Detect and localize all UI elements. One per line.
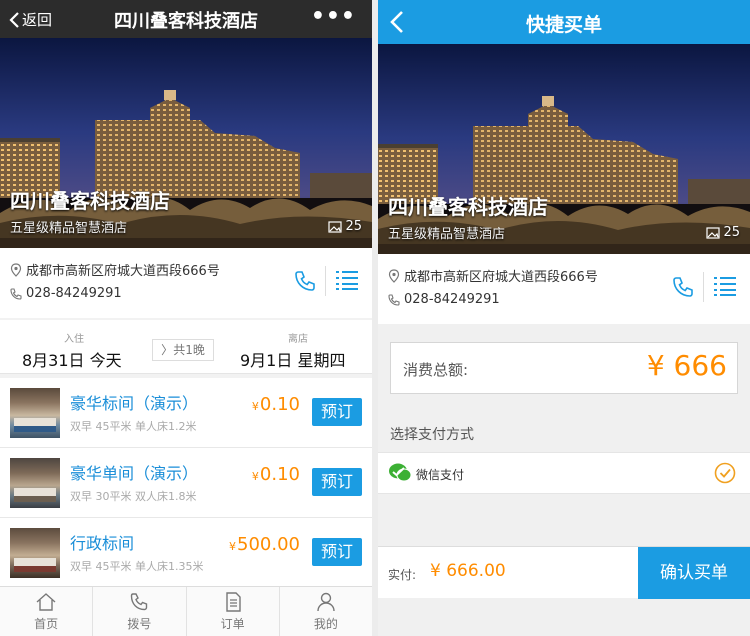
photo-count-value: 25 [723, 225, 740, 240]
checkin-label: 入住 [64, 334, 84, 345]
list-icon [336, 271, 358, 290]
room-price-value: 0.10 [259, 394, 300, 415]
more-button[interactable]: ••• [311, 4, 356, 29]
room-spec: 双早 30平米 双人床1.8米 [70, 490, 197, 503]
phone-small-icon [10, 287, 22, 300]
room-spec: 双早 45平米 单人床1.35米 [70, 560, 204, 573]
phone-small-icon [388, 293, 400, 306]
hotel-name: 四川叠客科技酒店 [10, 189, 170, 213]
room-name: 豪华标间（演示） [70, 394, 199, 413]
book-button[interactable]: 预订 [312, 468, 362, 496]
bottom-tab-bar: 首页 拨号 订单 我的 [0, 586, 372, 636]
payment-option-wechat[interactable]: 微信支付 [378, 452, 750, 494]
address-row[interactable]: 成都市高新区府城大道西段666号 [388, 266, 598, 285]
photo-count-value: 25 [345, 219, 362, 234]
book-button[interactable]: 预订 [312, 538, 362, 566]
checkin-date[interactable]: 8月31日 今天 [22, 347, 122, 371]
book-button[interactable]: 预订 [312, 398, 362, 426]
check-circle-icon[interactable] [714, 462, 736, 484]
hotel-info: 成都市高新区府城大道西段666号 028-84249291 [378, 254, 750, 324]
address-text: 成都市高新区府城大道西段666号 [26, 264, 220, 279]
room-price-value: 0.10 [259, 464, 300, 485]
room-price-value: 500.00 [237, 534, 300, 555]
call-button[interactable] [294, 270, 316, 296]
hotel-hero-image[interactable]: 四川叠客科技酒店 五星级精品智慧酒店 25 [378, 44, 750, 254]
checkout-bar: 实付: ¥ 666.00 确认买单 [378, 546, 750, 599]
tab-label: 订单 [220, 616, 245, 631]
image-icon [328, 220, 343, 233]
wechat-icon [389, 463, 412, 482]
location-pin-icon [388, 268, 400, 283]
room-price: ¥0.10 [252, 394, 300, 415]
quick-pay-screen: 快捷买单 四川叠客科技酒店 五星级精品智慧酒店 25 成都市高新区府城大道西段6… [378, 0, 750, 636]
menu-list-button[interactable] [336, 270, 358, 294]
top-nav-bar: 返回 四川叠客科技酒店 ••• [0, 0, 372, 38]
tab-mine[interactable]: 我的 [280, 587, 372, 636]
room-thumbnail [10, 458, 60, 508]
hotel-subtitle: 五星级精品智慧酒店 [10, 221, 128, 236]
image-icon [706, 226, 721, 239]
page-title: 快捷买单 [525, 14, 602, 36]
phone-icon [673, 277, 693, 297]
photo-count[interactable]: 25 [328, 219, 362, 234]
call-button[interactable] [672, 276, 694, 302]
currency-symbol: ¥ [251, 400, 259, 413]
phone-row[interactable]: 028-84249291 [388, 292, 500, 307]
nights-badge: 〉共1晚 [152, 339, 214, 361]
home-icon [36, 592, 56, 611]
checkout-date[interactable]: 9月1日 星期四 [240, 347, 345, 371]
room-item[interactable]: 豪华标间（演示） 双早 45平米 单人床1.2米 ¥0.10 预订 [0, 378, 372, 448]
hotel-name: 四川叠客科技酒店 [388, 195, 548, 219]
payment-section-title: 选择支付方式 [390, 427, 474, 443]
location-pin-icon [10, 262, 22, 277]
checkout-label: 离店 [288, 334, 308, 345]
top-nav-bar: 快捷买单 [378, 0, 750, 44]
phone-text: 028-84249291 [26, 286, 122, 301]
paid-label: 实付: [388, 568, 417, 582]
room-thumbnail [10, 388, 60, 438]
currency-symbol: ¥ [229, 540, 237, 553]
total-amount: ¥ 666 [646, 349, 727, 382]
room-price: ¥0.10 [252, 464, 300, 485]
tab-label: 拨号 [127, 616, 152, 631]
user-icon [317, 592, 335, 611]
room-name: 豪华单间（演示） [70, 464, 199, 483]
paid-amount: ¥ 666.00 [430, 561, 506, 581]
hotel-subtitle: 五星级精品智慧酒店 [388, 227, 506, 242]
total-amount-field[interactable]: 消费总额: ¥ 666 [390, 342, 738, 394]
room-spec: 双早 45平米 单人床1.2米 [70, 420, 197, 433]
room-thumbnail [10, 528, 60, 578]
total-label: 消费总额: [403, 361, 469, 379]
tab-label: 我的 [313, 616, 338, 631]
hotel-hero-image[interactable]: 四川叠客科技酒店 五星级精品智慧酒店 25 [0, 38, 372, 248]
info-divider [325, 266, 326, 296]
tab-label: 首页 [34, 616, 59, 631]
room-name: 行政标间 [70, 534, 135, 553]
list-icon [714, 277, 736, 296]
nights-chevron-icon: 〉 [161, 343, 174, 357]
photo-count[interactable]: 25 [706, 225, 740, 240]
phone-icon [295, 271, 315, 291]
tab-dial[interactable]: 拨号 [93, 587, 187, 636]
payment-option-label: 微信支付 [416, 468, 465, 482]
tab-home[interactable]: 首页 [0, 587, 94, 636]
hotel-detail-screen: 返回 四川叠客科技酒店 ••• 四川叠客科技酒店 五星级精品智慧酒店 25 成都… [0, 0, 372, 636]
room-price: ¥500.00 [229, 534, 300, 555]
phone-text: 028-84249291 [404, 292, 500, 307]
info-divider [703, 272, 704, 302]
address-text: 成都市高新区府城大道西段666号 [404, 270, 598, 285]
confirm-pay-button[interactable]: 确认买单 [638, 547, 750, 599]
phone-row[interactable]: 028-84249291 [10, 286, 122, 301]
hotel-info: 成都市高新区府城大道西段666号 028-84249291 [0, 248, 372, 318]
nights-text: 共1晚 [173, 343, 205, 357]
currency-symbol: ¥ [251, 470, 259, 483]
date-picker[interactable]: 入住 8月31日 今天 〉共1晚 离店 9月1日 星期四 [0, 320, 372, 374]
phone-icon [131, 592, 148, 610]
tab-orders[interactable]: 订单 [187, 587, 280, 636]
address-row[interactable]: 成都市高新区府城大道西段666号 [10, 260, 220, 279]
document-icon [225, 591, 241, 612]
menu-list-button[interactable] [714, 276, 736, 300]
room-item[interactable]: 行政标间 双早 45平米 单人床1.35米 ¥500.00 预订 [0, 518, 372, 588]
room-item[interactable]: 豪华单间（演示） 双早 30平米 双人床1.8米 ¥0.10 预订 [0, 448, 372, 518]
